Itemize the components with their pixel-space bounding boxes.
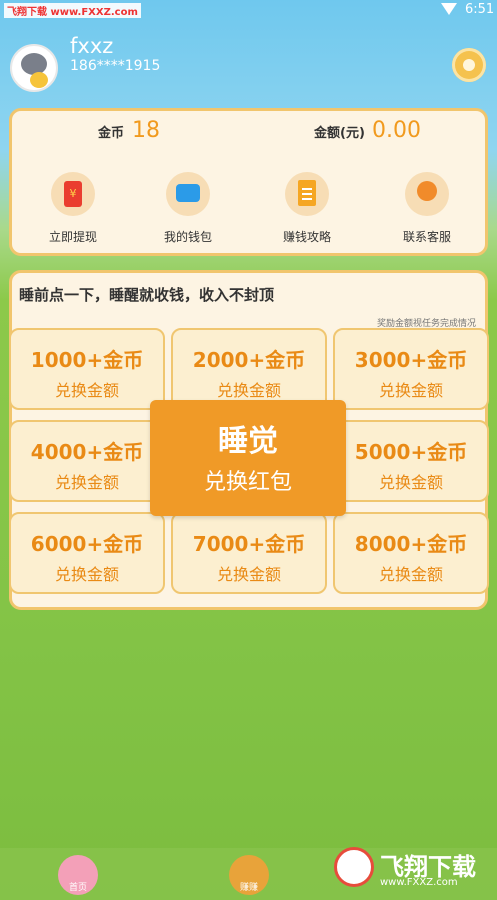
reward-tile[interactable]: 2000+金币兑换金额 <box>171 328 327 410</box>
guide-label: 赚钱攻略 <box>282 230 331 244</box>
tile-sub: 兑换金额 <box>54 381 119 400</box>
watermark-url: www.FXXZ.com <box>380 877 458 888</box>
tile-sub: 兑换金额 <box>54 473 119 492</box>
wallet-button[interactable]: 我的钱包 <box>148 172 228 245</box>
support-button[interactable]: 联系客服 <box>387 172 467 245</box>
document-icon <box>285 172 329 216</box>
reward-tile[interactable]: 5000+金币兑换金额 <box>333 420 489 502</box>
tile-title: 4000+金币 <box>30 440 144 464</box>
tile-sub: 兑换金额 <box>216 565 281 584</box>
coin-icon <box>30 72 48 88</box>
reward-tile[interactable]: 7000+金币兑换金额 <box>171 512 327 594</box>
amount-value: 0.00 <box>372 118 421 143</box>
nav-earn-label: 赚赚 <box>239 883 258 893</box>
promo-slogan: 睡前点一下，睡醒就收钱，收入不封顶 <box>19 286 275 304</box>
reward-tile[interactable]: 6000+金币兑换金额 <box>9 512 165 594</box>
user-name: fxxz <box>70 34 114 58</box>
tile-sub: 兑换金额 <box>378 381 443 400</box>
reward-tile[interactable]: 4000+金币兑换金额 <box>9 420 165 502</box>
cat-face-icon <box>21 53 47 75</box>
tile-sub: 兑换金额 <box>54 565 119 584</box>
guide-button[interactable]: 赚钱攻略 <box>267 172 347 245</box>
logo-icon <box>334 847 374 887</box>
wifi-icon <box>441 3 457 15</box>
tile-title: 3000+金币 <box>354 348 468 372</box>
gold-label: 金币 <box>98 126 125 141</box>
status-time: 6:51 <box>465 2 495 17</box>
nav-earn[interactable]: 赚赚 <box>229 855 269 895</box>
amount-label: 金额(元) <box>314 126 365 141</box>
tile-title: 6000+金币 <box>30 532 144 556</box>
sleep-sub: 兑换红包 <box>203 470 292 495</box>
tile-title: 8000+金币 <box>354 532 468 556</box>
user-phone: 186****1915 <box>70 58 161 74</box>
settings-button[interactable] <box>452 48 486 82</box>
reward-tile[interactable]: 8000+金币兑换金额 <box>333 512 489 594</box>
withdraw-button[interactable]: ¥ 立即提现 <box>33 172 113 245</box>
nav-home-label: 首页 <box>68 883 87 893</box>
tile-sub: 兑换金额 <box>378 565 443 584</box>
tile-sub: 兑换金额 <box>378 473 443 492</box>
wallet-icon <box>166 172 210 216</box>
tile-title: 5000+金币 <box>354 440 468 464</box>
gold-value: 18 <box>132 118 160 143</box>
support-label: 联系客服 <box>402 230 451 244</box>
avatar[interactable] <box>10 44 58 92</box>
watermark-text: 飞翔下载 www.FXXZ.com <box>4 3 141 18</box>
tile-sub: 兑换金额 <box>216 381 281 400</box>
reward-tile[interactable]: 3000+金币兑换金额 <box>333 328 489 410</box>
nav-home[interactable]: 首页 <box>58 855 98 895</box>
reward-tile[interactable]: 1000+金币兑换金额 <box>9 328 165 410</box>
sleep-redeem-button[interactable]: 睡觉 兑换红包 <box>150 400 346 516</box>
watermark-logo: 飞翔下载 www.FXXZ.com <box>330 845 490 893</box>
sleep-title: 睡觉 <box>218 424 278 459</box>
gear-icon <box>463 59 475 71</box>
tile-title: 7000+金币 <box>192 532 306 556</box>
tile-title: 2000+金币 <box>192 348 306 372</box>
tile-title: 1000+金币 <box>30 348 144 372</box>
customer-service-icon <box>405 172 449 216</box>
status-bar: 飞翔下载 www.FXXZ.com 6:51 <box>0 0 497 22</box>
wallet-label: 我的钱包 <box>163 230 212 244</box>
red-envelope-icon: ¥ <box>51 172 95 216</box>
withdraw-label: 立即提现 <box>48 230 97 244</box>
